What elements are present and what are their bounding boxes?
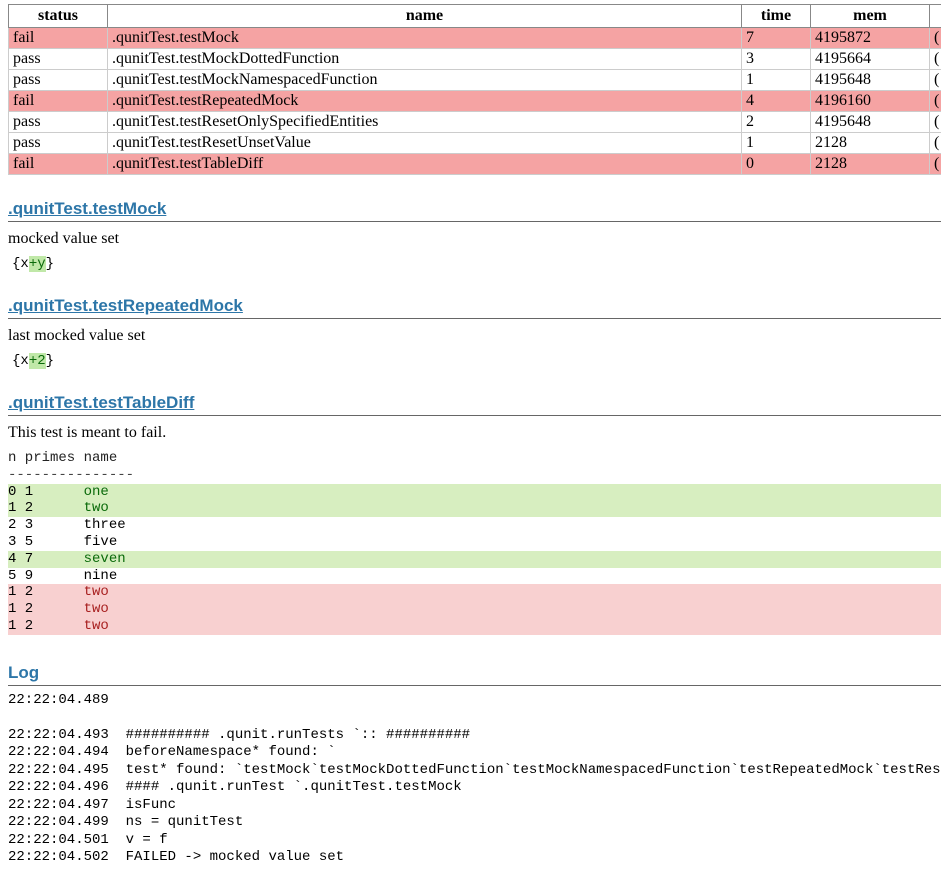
cell-name: .qunitTest.testMockNamespacedFunction	[108, 70, 742, 91]
log-output: 22:22:04.489 22:22:04.493 ########## .qu…	[8, 692, 941, 867]
cell-mem: 4195872	[811, 28, 930, 49]
diff-repeated: {x+2}	[12, 353, 941, 369]
col-status: status	[9, 5, 108, 28]
tablediff-left: 0 1	[8, 484, 84, 500]
cell-time: 2	[742, 112, 811, 133]
section-desc-mock: mocked value set	[8, 230, 941, 248]
tablediff-left: 5 9	[8, 568, 84, 584]
table-row: fail.qunitTest.testMock74195872(	[9, 28, 941, 49]
table-row: pass.qunitTest.testMockNamespacedFunctio…	[9, 70, 941, 91]
cell-mem: 2128	[811, 133, 930, 154]
cell-status: pass	[9, 49, 108, 70]
tablediff-row: 1 2 two	[8, 601, 941, 618]
cell-status: fail	[9, 28, 108, 49]
cell-name: .qunitTest.testResetUnsetValue	[108, 133, 742, 154]
cell-extra: (	[930, 154, 941, 175]
section-link-repeated[interactable]: .qunitTest.testRepeatedMock	[8, 296, 243, 315]
tablediff-name: one	[84, 484, 109, 500]
col-time: time	[742, 5, 811, 28]
table-row: fail.qunitTest.testRepeatedMock44196160(	[9, 91, 941, 112]
tablediff-name: five	[84, 534, 118, 550]
tablediff-name: two	[84, 601, 109, 617]
tablediff-row: 0 1 one	[8, 484, 941, 501]
col-extra	[930, 5, 941, 28]
results-header-row: status name time mem	[9, 5, 941, 28]
table-row: pass.qunitTest.testResetOnlySpecifiedEnt…	[9, 112, 941, 133]
section-title-tablediff: .qunitTest.testTableDiff	[8, 393, 941, 416]
diff-add: +2	[29, 353, 46, 369]
table-row: pass.qunitTest.testMockDottedFunction341…	[9, 49, 941, 70]
results-table: status name time mem fail.qunitTest.test…	[8, 4, 941, 175]
tablediff-name: two	[84, 500, 109, 516]
cell-time: 1	[742, 70, 811, 91]
section-link-tablediff[interactable]: .qunitTest.testTableDiff	[8, 393, 194, 412]
tablediff-row: 1 2 two	[8, 500, 941, 517]
diff-add: +y	[29, 256, 46, 272]
cell-extra: (	[930, 112, 941, 133]
tablediff-row: 3 5 five	[8, 534, 941, 551]
cell-extra: (	[930, 133, 941, 154]
cell-status: fail	[9, 91, 108, 112]
diff-post: }	[46, 353, 54, 369]
tablediff-name: two	[84, 618, 109, 634]
section-desc-repeated: last mocked value set	[8, 327, 941, 345]
table-row: fail.qunitTest.testTableDiff02128(	[9, 154, 941, 175]
tablediff-left: 3 5	[8, 534, 84, 550]
tablediff-row: 4 7 seven	[8, 551, 941, 568]
tablediff-name: two	[84, 584, 109, 600]
cell-status: pass	[9, 70, 108, 91]
tablediff-name: seven	[84, 551, 126, 567]
section-title-mock: .qunitTest.testMock	[8, 199, 941, 222]
cell-name: .qunitTest.testMockDottedFunction	[108, 49, 742, 70]
cell-time: 1	[742, 133, 811, 154]
tablediff-left: 1 2	[8, 601, 84, 617]
cell-status: fail	[9, 154, 108, 175]
col-mem: mem	[811, 5, 930, 28]
diff-mock: {x+y}	[12, 256, 941, 272]
tablediff-row: 5 9 nine	[8, 568, 941, 585]
cell-name: .qunitTest.testTableDiff	[108, 154, 742, 175]
tablediff-left: 1 2	[8, 584, 84, 600]
diff-post: }	[46, 256, 54, 272]
diff-pre: {x	[12, 256, 29, 272]
tablediff-left: 2 3	[8, 517, 84, 533]
tablediff-header: n primes name	[8, 450, 941, 467]
log-heading: Log	[8, 663, 941, 686]
cell-name: .qunitTest.testRepeatedMock	[108, 91, 742, 112]
cell-mem: 4195648	[811, 70, 930, 91]
tablediff-name: nine	[84, 568, 118, 584]
cell-time: 0	[742, 154, 811, 175]
cell-mem: 4195664	[811, 49, 930, 70]
cell-extra: (	[930, 70, 941, 91]
cell-mem: 4195648	[811, 112, 930, 133]
section-title-repeated: .qunitTest.testRepeatedMock	[8, 296, 941, 319]
section-desc-tablediff: This test is meant to fail.	[8, 424, 941, 442]
cell-extra: (	[930, 91, 941, 112]
cell-time: 4	[742, 91, 811, 112]
cell-extra: (	[930, 49, 941, 70]
tablediff-block: n primes name --------------- 0 1 one1 2…	[8, 450, 941, 635]
cell-status: pass	[9, 133, 108, 154]
tablediff-name: three	[84, 517, 126, 533]
cell-name: .qunitTest.testResetOnlySpecifiedEntitie…	[108, 112, 742, 133]
cell-time: 3	[742, 49, 811, 70]
cell-status: pass	[9, 112, 108, 133]
cell-mem: 4196160	[811, 91, 930, 112]
tablediff-left: 4 7	[8, 551, 84, 567]
tablediff-row: 1 2 two	[8, 584, 941, 601]
tablediff-row: 2 3 three	[8, 517, 941, 534]
cell-extra: (	[930, 28, 941, 49]
cell-name: .qunitTest.testMock	[108, 28, 742, 49]
diff-pre: {x	[12, 353, 29, 369]
cell-mem: 2128	[811, 154, 930, 175]
tablediff-rule: ---------------	[8, 467, 941, 484]
tablediff-left: 1 2	[8, 618, 84, 634]
table-row: pass.qunitTest.testResetUnsetValue12128(	[9, 133, 941, 154]
tablediff-left: 1 2	[8, 500, 84, 516]
section-link-mock[interactable]: .qunitTest.testMock	[8, 199, 166, 218]
cell-time: 7	[742, 28, 811, 49]
col-name: name	[108, 5, 742, 28]
tablediff-row: 1 2 two	[8, 618, 941, 635]
